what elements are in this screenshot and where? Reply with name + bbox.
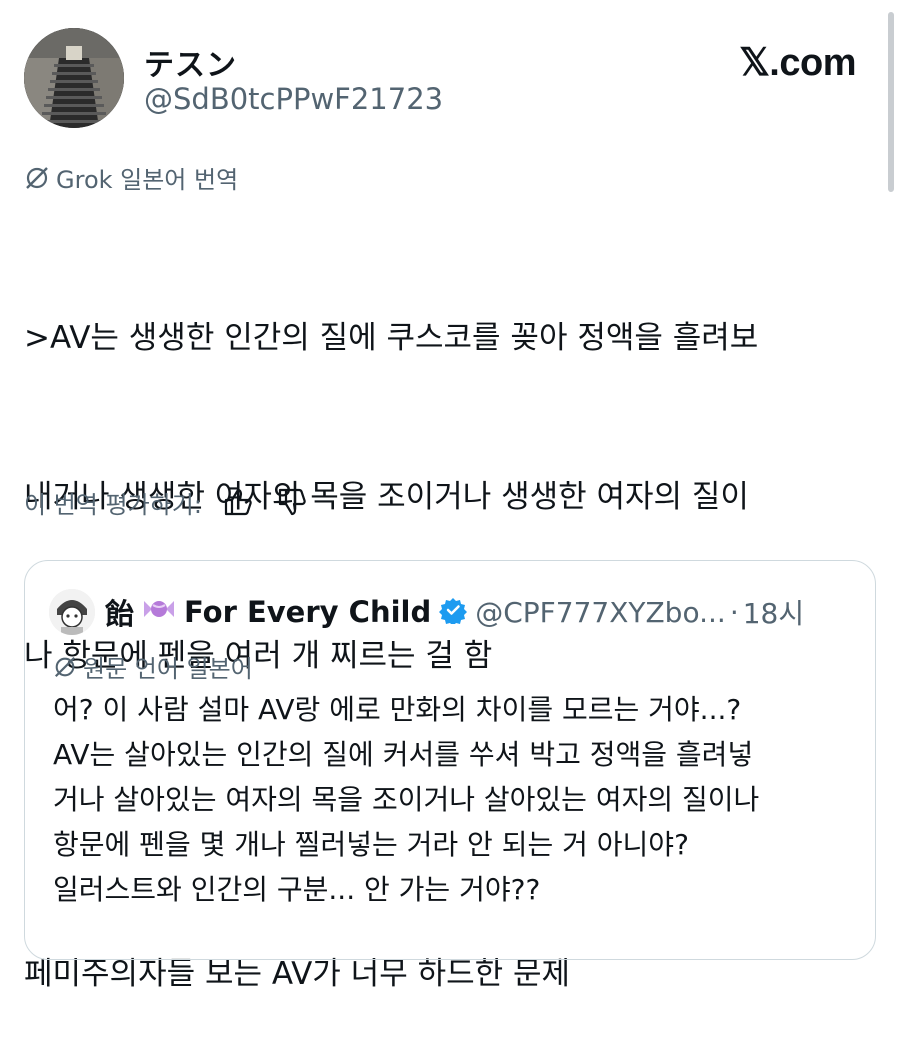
rate-prompt: 이 번역 평가하기:: [24, 490, 202, 519]
display-name[interactable]: テスン: [144, 40, 237, 84]
quoted-tweet-header: 飴 For Every Child @CPF777XYZbo... · 18시: [49, 587, 804, 637]
quoted-name-prefix[interactable]: 飴: [105, 591, 134, 633]
translation-label-text: Grok 일본어 번역: [56, 166, 239, 194]
tweet-line: >AV는 생생한 인간의 질에 쿠스코를 꽂아 정액을 흘려보: [24, 320, 759, 356]
quoted-timestamp[interactable]: 18시: [743, 592, 804, 632]
quoted-avatar[interactable]: [49, 589, 95, 635]
user-handle[interactable]: @SdB0tcPPwF21723: [144, 82, 443, 116]
thumbs-down-icon: [278, 488, 306, 516]
anime-avatar-icon: [49, 589, 95, 635]
grok-icon: [54, 656, 76, 677]
rate-translation-row: 이 번역 평가하기:: [24, 484, 310, 520]
thumbs-up-button[interactable]: [220, 484, 256, 520]
original-language-label: 원문 언어 일본어: [53, 649, 253, 684]
thumbs-up-icon: [224, 488, 252, 516]
quoted-line: 항문에 펜을 몇 개나 찔러넣는 거라 안 되는 거 아니야?: [53, 828, 689, 861]
quoted-line: 어? 이 사람 설마 AV랑 에로 만화의 차이를 모르는 거야...?: [53, 693, 742, 726]
original-language-text: 원문 언어 일본어: [83, 655, 253, 683]
quoted-line: 일러스트와 인간의 구분... 안 가는 거야??: [53, 873, 541, 906]
tweet-header: テスン @SdB0tcPPwF21723 𝕏.com: [24, 28, 864, 132]
verified-badge-icon: [439, 596, 468, 628]
thumbs-down-button[interactable]: [274, 484, 310, 520]
quoted-line: 거나 살아있는 여자의 목을 조이거나 살아있는 여자의 질이나: [53, 783, 760, 816]
stairs-photo-icon: [24, 28, 124, 128]
quoted-line: AV는 살아있는 인간의 질에 커서를 쑤셔 박고 정액을 흘려넣: [53, 738, 754, 771]
grok-icon: [26, 166, 48, 189]
quoted-tweet-text: 어? 이 사람 설마 AV랑 에로 만화의 차이를 모르는 거야...? AV는…: [53, 687, 873, 912]
scrollbar[interactable]: [888, 12, 894, 192]
x-com-logo: 𝕏.com: [739, 42, 856, 84]
candy-emoji-icon: [142, 597, 176, 628]
quoted-tweet-card[interactable]: 飴 For Every Child @CPF777XYZbo... · 18시 …: [24, 560, 876, 960]
separator-dot: ·: [729, 595, 739, 629]
translation-label[interactable]: Grok 일본어 번역: [24, 160, 238, 195]
quoted-display-name[interactable]: For Every Child: [184, 595, 431, 629]
avatar[interactable]: [24, 28, 124, 128]
quoted-handle[interactable]: @CPF777XYZbo...: [475, 596, 726, 629]
